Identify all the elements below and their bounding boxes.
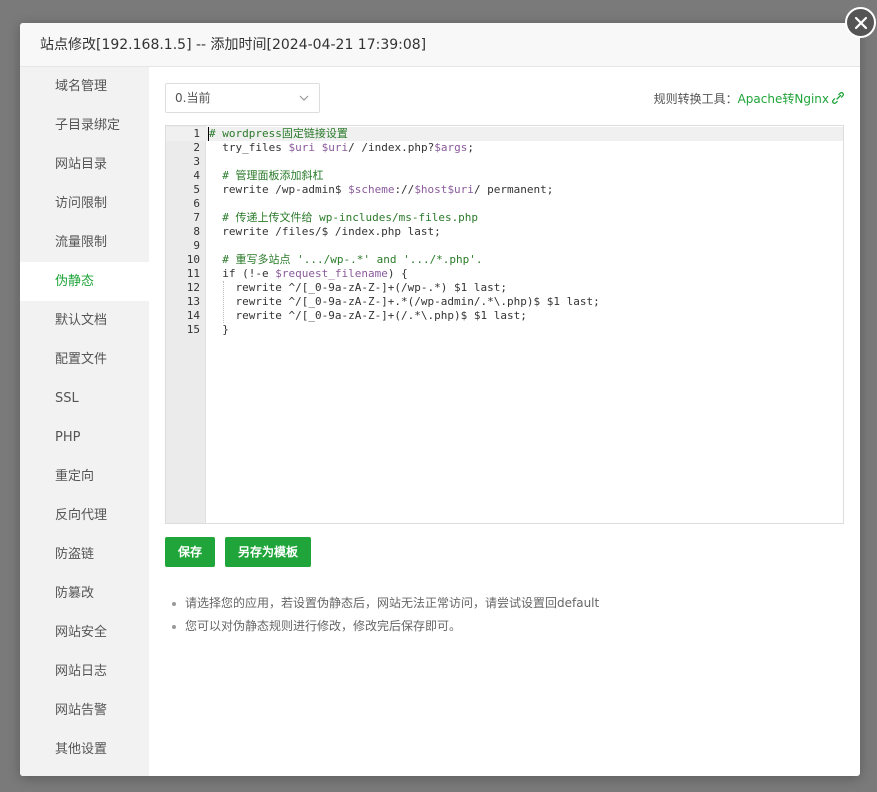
code-text: # 管理面板添加斜杠 [209, 169, 324, 182]
tip-item: 您可以对伪静态规则进行修改，修改完后保存即可。 [169, 615, 599, 638]
line-number: 1 [193, 127, 200, 140]
sidebar-item[interactable]: 配置文件 [20, 340, 149, 379]
sidebar-item[interactable]: 子目录绑定 [20, 106, 149, 145]
code-line: 5 rewrite /wp-admin$ $scheme://$host$uri… [166, 183, 843, 197]
line-number: 14 [186, 309, 200, 322]
indent-guide [223, 281, 224, 323]
code-text: rewrite ^/[_0-9a-zA-Z-]+(/wp-.*) $1 last… [209, 281, 508, 294]
rule-convert-tool: 规则转换工具：Apache转Nginx [654, 90, 844, 107]
link-icon[interactable] [832, 92, 844, 104]
code-line: 8 rewrite /files/$ /index.php last; [166, 225, 843, 239]
sidebar-item[interactable]: 其他设置 [20, 730, 149, 769]
select-value: 0.当前 [175, 91, 211, 105]
code-text: } [209, 323, 229, 336]
code-line: 13 rewrite ^/[_0-9a-zA-Z-]+.*(/wp-admin/… [166, 295, 843, 309]
code-line: 2 try_files $uri $uri/ /index.php?$args; [166, 141, 843, 155]
code-text: rewrite /wp-admin$ $scheme://$host$uri/ … [209, 183, 554, 196]
line-number: 13 [186, 295, 200, 308]
rewrite-panel: 0.当前 规则转换工具：Apache转Nginx 1 # wordpress固定链… [165, 67, 844, 776]
chevron-down-icon [299, 95, 309, 101]
sidebar-item[interactable]: 反向代理 [20, 496, 149, 535]
sidebar-item[interactable]: 重定向 [20, 457, 149, 496]
close-icon [854, 16, 867, 29]
code-line: 9 [166, 239, 843, 253]
sidebar-item[interactable]: 流量限制 [20, 223, 149, 262]
code-line: 3 [166, 155, 843, 169]
code-text: rewrite ^/[_0-9a-zA-Z-]+(/.*\.php)$ $1 l… [209, 309, 527, 322]
code-line: 6 [166, 197, 843, 211]
save-as-template-button[interactable]: 另存为模板 [225, 537, 312, 567]
sidebar-item[interactable]: PHP [20, 418, 149, 457]
code-text: if (!-e $request_filename) { [209, 267, 408, 280]
code-text: rewrite ^/[_0-9a-zA-Z-]+.*(/wp-admin/.*\… [209, 295, 600, 308]
sidebar-item[interactable]: 访问限制 [20, 184, 149, 223]
line-number: 8 [193, 225, 200, 238]
sidebar-item[interactable]: 伪静态 [20, 262, 149, 301]
sidebar-item[interactable]: 网站告警 [20, 691, 149, 730]
save-button[interactable]: 保存 [165, 537, 216, 567]
code-line: 14 rewrite ^/[_0-9a-zA-Z-]+(/.*\.php)$ $… [166, 309, 843, 323]
code-text: try_files $uri $uri/ /index.php?$args; [209, 141, 474, 154]
sidebar-item[interactable]: SSL [20, 379, 149, 418]
code-line: 15 } [166, 323, 843, 337]
close-button[interactable] [845, 7, 876, 38]
apache-to-nginx-link[interactable]: Apache转Nginx [738, 92, 829, 106]
modal-title: 站点修改[192.168.1.5] -- 添加时间[2024-04-21 17:… [20, 23, 860, 67]
code-line: 1 # wordpress固定链接设置 [166, 127, 843, 141]
site-edit-modal: 站点修改[192.168.1.5] -- 添加时间[2024-04-21 17:… [20, 23, 860, 776]
line-number: 4 [193, 169, 200, 182]
line-number: 15 [186, 323, 200, 336]
sidebar-item[interactable]: 防盗链 [20, 535, 149, 574]
code-text: # 重写多站点 '.../wp-.*' and '.../*.php'. [209, 253, 483, 266]
sidebar-item[interactable]: 网站日志 [20, 652, 149, 691]
line-number: 9 [193, 239, 200, 252]
sidebar-item[interactable]: 网站目录 [20, 145, 149, 184]
line-number: 2 [193, 141, 200, 154]
rule-convert-label: 规则转换工具： [653, 92, 738, 106]
sidebar-item[interactable]: 防篡改 [20, 574, 149, 613]
line-number: 5 [193, 183, 200, 196]
line-number: 7 [193, 211, 200, 224]
line-number: 6 [193, 197, 200, 210]
code-line: 12 rewrite ^/[_0-9a-zA-Z-]+(/wp-.*) $1 l… [166, 281, 843, 295]
line-number: 12 [186, 281, 200, 294]
code-text: rewrite /files/$ /index.php last; [209, 225, 441, 238]
rewrite-template-select[interactable]: 0.当前 [165, 83, 320, 113]
line-number: 3 [193, 155, 200, 168]
line-number: 11 [186, 267, 200, 280]
sidebar-item[interactable]: 默认文档 [20, 301, 149, 340]
tip-item: 请选择您的应用，若设置伪静态后，网站无法正常访问，请尝试设置回default [169, 592, 599, 615]
code-line: 7 # 传递上传文件给 wp-includes/ms-files.php [166, 211, 843, 225]
tips-list: 请选择您的应用，若设置伪静态后，网站无法正常访问，请尝试设置回default 您… [169, 592, 599, 638]
code-text: # wordpress固定链接设置 [209, 127, 348, 140]
code-line: 4 # 管理面板添加斜杠 [166, 169, 843, 183]
rewrite-code-editor[interactable]: 1 # wordpress固定链接设置 2 try_files $uri $uri/… [165, 125, 844, 524]
text-cursor [208, 127, 209, 141]
line-number: 10 [186, 253, 200, 266]
sidebar: 域名管理 子目录绑定 网站目录 访问限制 流量限制 伪静态 默认文档 配置文件 SSL PHP 重定… [20, 67, 149, 776]
sidebar-item[interactable]: 域名管理 [20, 67, 149, 106]
code-line: 10 # 重写多站点 '.../wp-.*' and '.../*.php'. [166, 253, 843, 267]
sidebar-item[interactable]: 网站安全 [20, 613, 149, 652]
code-text: # 传递上传文件给 wp-includes/ms-files.php [209, 211, 479, 224]
code-line: 11 if (!-e $request_filename) { [166, 267, 843, 281]
